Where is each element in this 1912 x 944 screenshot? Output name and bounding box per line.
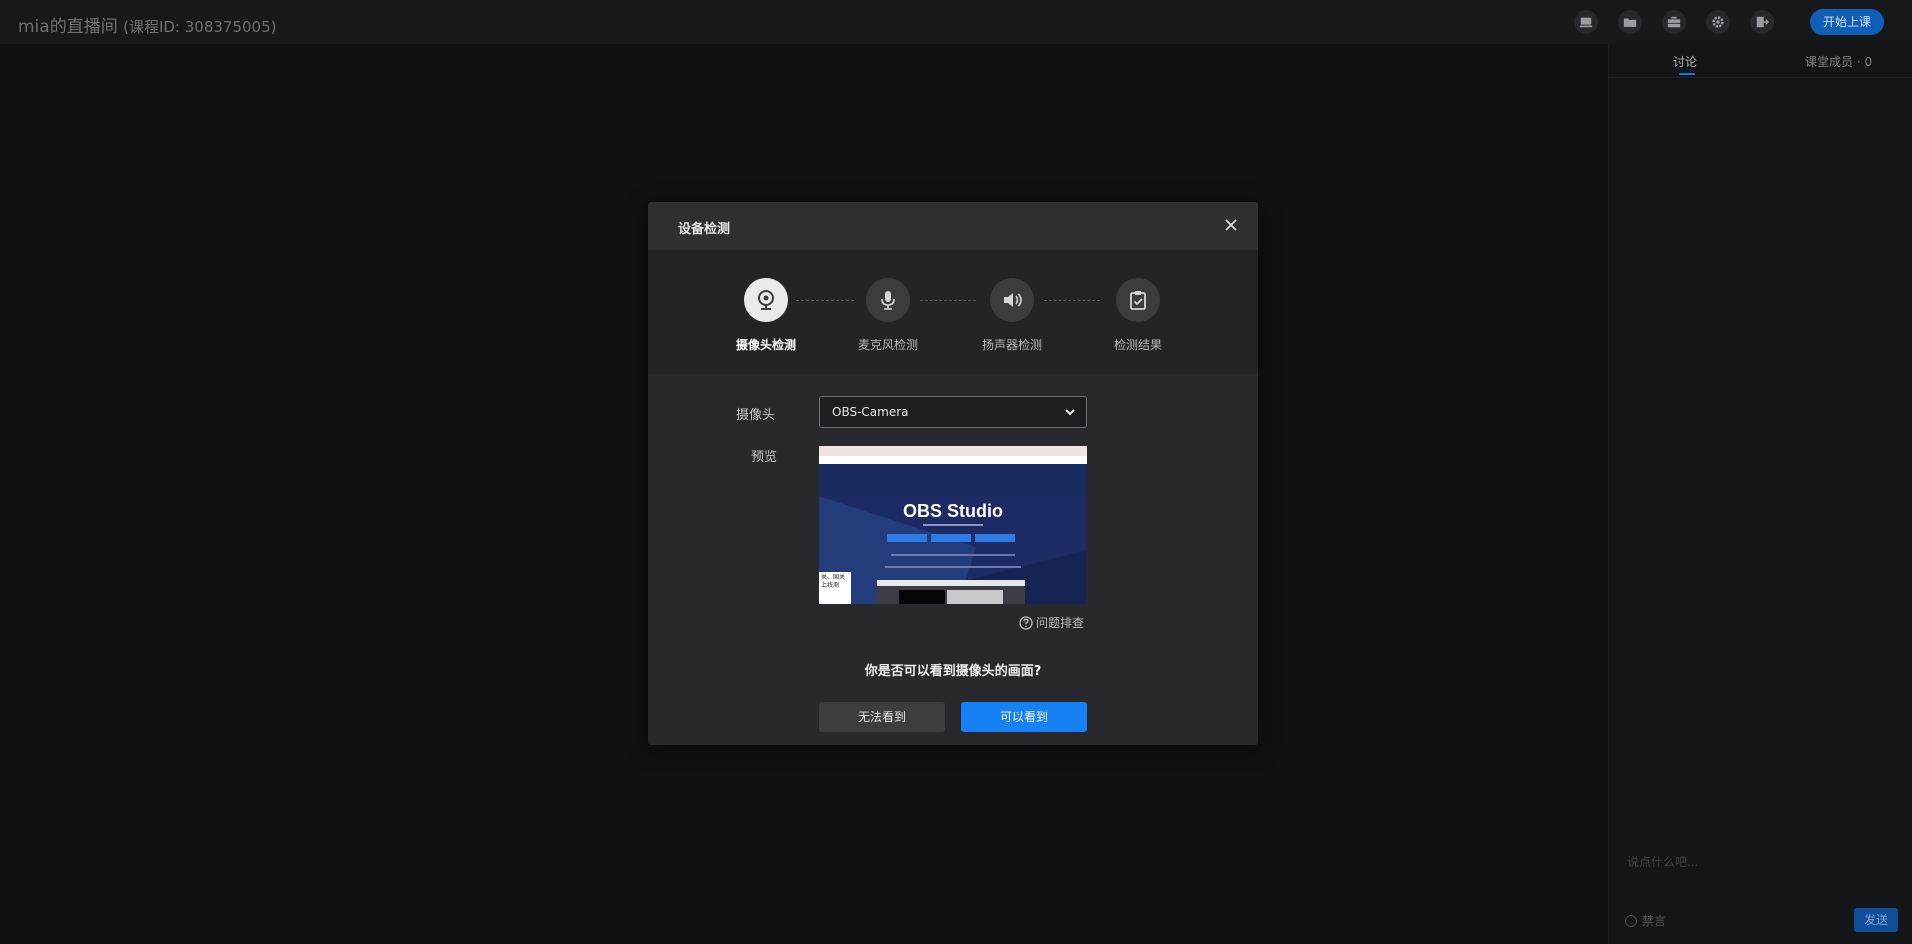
preview-note: 关、国关上线测 [819, 572, 851, 604]
help-circle-icon [1019, 615, 1033, 630]
speaker-icon [990, 278, 1034, 322]
preview-text-line [885, 566, 1021, 568]
preview-button [975, 534, 1015, 542]
preview-button [931, 534, 971, 542]
preview-bookmarks-bar [819, 456, 1087, 464]
step-label: 扬声器检测 [981, 338, 1042, 352]
send-button[interactable]: 发送 [1854, 908, 1898, 932]
dialog-body: 摄像头 OBS-Camera 预览 OBS Studio 关、国关上线测 问题排… [648, 374, 1258, 745]
cannot-see-button[interactable]: 无法看到 [819, 702, 945, 732]
step-indicator: 摄像头检测 麦克风检测 扬声器检测 检测结果 [648, 250, 1258, 374]
active-tab-indicator [1679, 73, 1695, 75]
step-microphone: 麦克风检测 [838, 278, 938, 353]
preview-screenshot [877, 580, 1025, 604]
step-result: 检测结果 [1088, 278, 1188, 353]
close-icon[interactable] [1222, 216, 1240, 234]
chat-input[interactable] [1627, 852, 1897, 872]
step-label: 检测结果 [1113, 338, 1162, 352]
room-name: mia的直播间 [18, 17, 118, 37]
clipboard-check-icon [1116, 278, 1160, 322]
tab-discussion[interactable]: 讨论 [1673, 53, 1697, 70]
device-check-dialog: 设备检测 摄像头检测 麦克风检测 扬声器检测 检测结果 摄像头 OBS-Came… [648, 202, 1258, 745]
troubleshoot-label: 问题排查 [1036, 616, 1085, 630]
dialog-header: 设备检测 [648, 202, 1258, 250]
mute-toggle[interactable]: 禁言 [1625, 912, 1666, 929]
mute-label: 禁言 [1642, 914, 1667, 928]
start-class-button[interactable]: 开始上课 [1810, 9, 1884, 35]
course-id: (课程ID: 308375005) [123, 18, 277, 36]
toolbox-icon[interactable] [1662, 10, 1686, 34]
monitor-icon[interactable] [1574, 10, 1598, 34]
panel-tabs: 讨论 课堂成员 · 0 [1609, 44, 1912, 78]
preview-nav [819, 464, 1087, 496]
right-panel: 讨论 课堂成员 · 0 禁言 发送 [1608, 44, 1912, 944]
preview-button [887, 534, 927, 542]
chevron-down-icon [1064, 406, 1076, 421]
folder-icon[interactable] [1618, 10, 1642, 34]
preview-text-line [891, 554, 1015, 556]
microphone-icon [866, 278, 910, 322]
camera-icon [744, 278, 788, 322]
exit-icon[interactable] [1750, 10, 1774, 34]
troubleshoot-link[interactable]: 问题排查 [1019, 614, 1084, 631]
step-speaker: 扬声器检测 [962, 278, 1062, 353]
camera-question: 你是否可以看到摄像头的画面? [864, 664, 1042, 679]
preview-browser-bar [819, 446, 1087, 456]
dialog-title: 设备检测 [678, 222, 731, 237]
room-title: mia的直播间 (课程ID: 308375005) [18, 12, 277, 37]
preview-label: 预览 [751, 450, 778, 465]
can-see-button[interactable]: 可以看到 [961, 702, 1087, 732]
mute-radio[interactable] [1625, 914, 1637, 927]
top-bar: mia的直播间 (课程ID: 308375005) 开始上课 [0, 0, 1912, 44]
camera-select-value: OBS-Camera [832, 405, 909, 419]
camera-select[interactable]: OBS-Camera [819, 396, 1087, 428]
step-label: 摄像头检测 [735, 338, 796, 352]
preview-title: OBS Studio [903, 501, 1003, 521]
step-camera: 摄像头检测 [716, 278, 816, 353]
preview-subtitle [923, 524, 983, 526]
camera-label: 摄像头 [736, 408, 776, 423]
gear-icon[interactable] [1706, 10, 1730, 34]
step-label: 麦克风检测 [857, 338, 918, 352]
camera-preview: OBS Studio 关、国关上线测 [819, 446, 1087, 604]
tab-members[interactable]: 课堂成员 · 0 [1805, 53, 1872, 70]
